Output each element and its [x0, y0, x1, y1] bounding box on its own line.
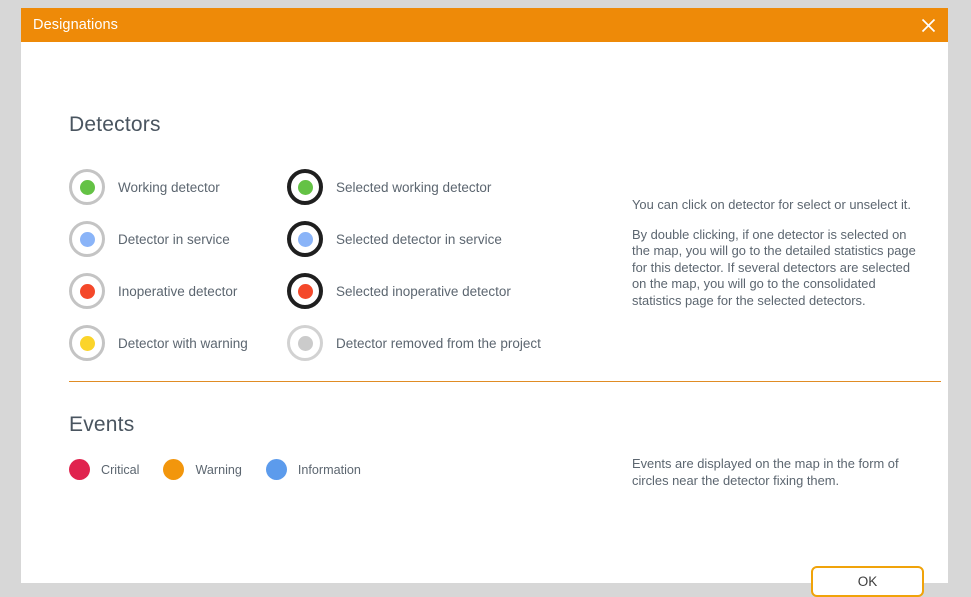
detector-selected-working-icon: [287, 169, 323, 205]
detector-legend-label: Detector in service: [118, 231, 230, 247]
detector-legend-item: Working detector: [69, 161, 287, 213]
event-legend-label: Information: [297, 462, 361, 477]
detector-legend-grid: Working detector Selected working detecto…: [69, 161, 609, 369]
detector-inoperative-icon: [69, 273, 105, 309]
detector-dot: [297, 335, 313, 351]
detector-help-text: You can click on detector for select or …: [632, 197, 924, 309]
detector-selected-in-service-icon: [287, 221, 323, 257]
detector-warning-icon: [69, 325, 105, 361]
detector-legend-item: Selected detector in service: [287, 213, 609, 265]
ok-button[interactable]: OK: [811, 566, 924, 597]
detector-legend-label: Selected working detector: [336, 179, 492, 195]
event-warning-icon: [163, 459, 185, 480]
detector-legend-item: Selected working detector: [287, 161, 609, 213]
detector-dot: [79, 335, 95, 351]
event-information-icon: [265, 459, 287, 480]
detector-legend-label: Inoperative detector: [118, 283, 238, 299]
dialog-title-bar: Designations: [21, 8, 948, 42]
detector-selected-inoperative-icon: [287, 273, 323, 309]
detector-dot: [79, 231, 95, 247]
detector-dot: [297, 283, 313, 299]
detector-legend-item: Selected inoperative detector: [287, 265, 609, 317]
detector-legend-item: Detector removed from the project: [287, 317, 609, 369]
close-button[interactable]: [908, 8, 948, 42]
detector-removed-icon: [287, 325, 323, 361]
section-divider: [69, 381, 941, 382]
detector-legend-item: Detector with warning: [69, 317, 287, 369]
event-legend-item: Warning: [163, 459, 242, 480]
detector-legend-item: Detector in service: [69, 213, 287, 265]
detector-working-icon: [69, 169, 105, 205]
dialog-body: Detectors Working detector Selected worki…: [21, 42, 948, 597]
designations-dialog: Designations Detectors Working detector S…: [21, 8, 948, 597]
close-icon: [921, 18, 936, 33]
detector-dot: [79, 283, 95, 299]
events-heading: Events: [69, 413, 135, 436]
event-legend-label: Warning: [195, 462, 242, 477]
detector-dot: [297, 231, 313, 247]
events-legend-list: Critical Warning Information: [69, 459, 385, 480]
detector-help-paragraph: By double clicking, if one detector is s…: [632, 226, 916, 308]
detector-legend-label: Detector with warning: [118, 335, 248, 351]
detector-legend-label: Working detector: [118, 179, 220, 195]
event-legend-item: Critical: [69, 459, 139, 480]
events-help-paragraph: Events are displayed on the map in the f…: [632, 456, 899, 488]
detector-in-service-icon: [69, 221, 105, 257]
events-help-text: Events are displayed on the map in the f…: [632, 456, 924, 489]
detector-legend-label: Selected inoperative detector: [336, 283, 511, 299]
detector-legend-item: Inoperative detector: [69, 265, 287, 317]
event-critical-icon: [69, 459, 90, 480]
event-legend-item: Information: [265, 459, 361, 480]
detector-legend-label: Detector removed from the project: [336, 335, 541, 351]
detector-dot: [79, 179, 95, 195]
detector-dot: [297, 179, 313, 195]
detector-help-paragraph: You can click on detector for select or …: [632, 197, 911, 212]
detectors-heading: Detectors: [69, 113, 161, 136]
event-legend-label: Critical: [101, 462, 140, 477]
detector-legend-label: Selected detector in service: [336, 231, 502, 247]
dialog-title: Designations: [33, 17, 119, 33]
